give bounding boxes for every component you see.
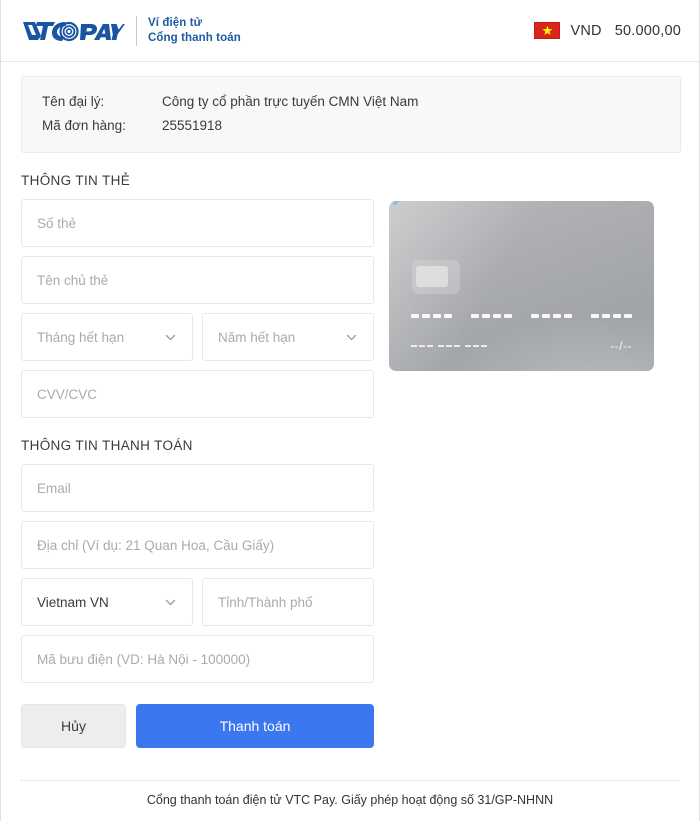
payment-section-title: THÔNG TIN THANH TOÁN bbox=[21, 438, 193, 453]
country-city-row: Vietnam VN Tỉnh/Thành phố bbox=[21, 578, 374, 626]
brand-tagline: Ví điện tử Cổng thanh toán bbox=[148, 16, 241, 45]
tagline-line-1: Ví điện tử bbox=[148, 16, 203, 29]
card-number-placeholder: Số thẻ bbox=[37, 215, 77, 231]
card-preview-column: GameZingMobile -- bbox=[374, 153, 681, 748]
card-bottom-row: --/-- bbox=[411, 340, 632, 352]
credit-card-preview: GameZingMobile -- bbox=[389, 201, 654, 371]
city-input[interactable]: Tỉnh/Thành phố bbox=[202, 578, 374, 626]
pay-button[interactable]: Thanh toán bbox=[136, 704, 374, 748]
swoosh-arrows-icon bbox=[392, 201, 403, 206]
expiry-month-select[interactable]: Tháng hết hạn bbox=[21, 313, 193, 361]
postal-code-placeholder: Mã bưu điện (VD: Hà Nội - 100000) bbox=[37, 651, 251, 667]
payment-page: Ví điện tử Cổng thanh toán ★ VND 50.000,… bbox=[0, 0, 700, 821]
chevron-down-icon bbox=[164, 331, 177, 344]
vietnam-flag-icon: ★ bbox=[534, 22, 561, 39]
expiry-year-select[interactable]: Năm hết hạn bbox=[202, 313, 374, 361]
expiry-year-label: Năm hết hạn bbox=[218, 329, 296, 345]
card-number-group bbox=[411, 314, 452, 318]
card-number-group bbox=[471, 314, 512, 318]
email-input[interactable]: Email bbox=[21, 464, 374, 512]
star-glyph: ★ bbox=[541, 22, 554, 38]
order-id-label: Mã đơn hàng: bbox=[42, 118, 126, 133]
country-value: Vietnam VN bbox=[37, 594, 109, 610]
page-footer: Cổng thanh toán điện tử VTC Pay. Giấy ph… bbox=[1, 780, 699, 821]
amount-value: 50.000,00 bbox=[614, 22, 681, 39]
card-holder-mask bbox=[411, 345, 487, 347]
card-expiry-mask: --/-- bbox=[610, 339, 632, 353]
merchant-name-row: Tên đại lý: Công ty cổ phần trực tuyến C… bbox=[42, 90, 660, 114]
order-id-value: 25551918 bbox=[162, 118, 223, 133]
merchant-name-value: Công ty cổ phần trực tuyến CMN Việt Nam bbox=[162, 94, 419, 109]
chevron-down-icon bbox=[164, 596, 177, 609]
city-placeholder: Tỉnh/Thành phố bbox=[218, 594, 313, 610]
brand-divider bbox=[136, 15, 137, 46]
card-chip-inner bbox=[416, 266, 448, 287]
card-holder-placeholder: Tên chủ thẻ bbox=[37, 272, 109, 288]
merchant-info-box: Tên đại lý: Công ty cổ phần trực tuyến C… bbox=[21, 76, 681, 153]
vtcpay-logo-icon bbox=[23, 21, 125, 41]
postal-code-input[interactable]: Mã bưu điện (VD: Hà Nội - 100000) bbox=[21, 635, 374, 683]
email-placeholder: Email bbox=[37, 480, 71, 496]
address-placeholder: Địa chỉ (Ví dụ: 21 Quan Hoa, Cầu Giấy) bbox=[37, 537, 275, 553]
action-buttons: Hủy Thanh toán bbox=[21, 704, 374, 748]
footer-text: Cổng thanh toán điện tử VTC Pay. Giấy ph… bbox=[146, 793, 554, 807]
form-column: THÔNG TIN THẺ Số thẻ Tên chủ thẻ Tháng h… bbox=[21, 153, 374, 748]
currency-label: VND bbox=[570, 22, 602, 39]
page-content: THÔNG TIN THẺ Số thẻ Tên chủ thẻ Tháng h… bbox=[1, 153, 699, 748]
brand-logo[interactable]: Ví điện tử Cổng thanh toán bbox=[21, 15, 241, 46]
card-number-input[interactable]: Số thẻ bbox=[21, 199, 374, 247]
chevron-down-icon bbox=[345, 331, 358, 344]
card-number-mask bbox=[411, 314, 632, 318]
merchant-name-label: Tên đại lý: bbox=[42, 94, 105, 109]
order-id-row: Mã đơn hàng: 25551918 bbox=[42, 114, 660, 138]
expiry-row: Tháng hết hạn Năm hết hạn bbox=[21, 313, 374, 361]
card-section-title: THÔNG TIN THẺ bbox=[21, 173, 131, 188]
card-number-group bbox=[531, 314, 572, 318]
expiry-month-label: Tháng hết hạn bbox=[37, 329, 125, 345]
card-number-group bbox=[591, 314, 632, 318]
cancel-button[interactable]: Hủy bbox=[21, 704, 126, 748]
country-select[interactable]: Vietnam VN bbox=[21, 578, 193, 626]
header-amount-area: ★ VND 50.000,00 bbox=[534, 22, 681, 39]
cvv-input[interactable]: CVV/CVC bbox=[21, 370, 374, 418]
card-holder-input[interactable]: Tên chủ thẻ bbox=[21, 256, 374, 304]
tagline-line-2: Cổng thanh toán bbox=[148, 31, 241, 44]
card-chip-icon bbox=[412, 260, 460, 294]
page-header: Ví điện tử Cổng thanh toán ★ VND 50.000,… bbox=[1, 0, 699, 62]
address-input[interactable]: Địa chỉ (Ví dụ: 21 Quan Hoa, Cầu Giấy) bbox=[21, 521, 374, 569]
cvv-placeholder: CVV/CVC bbox=[37, 386, 98, 402]
gamezingmobile-watermark: GameZingMobile bbox=[391, 201, 654, 217]
